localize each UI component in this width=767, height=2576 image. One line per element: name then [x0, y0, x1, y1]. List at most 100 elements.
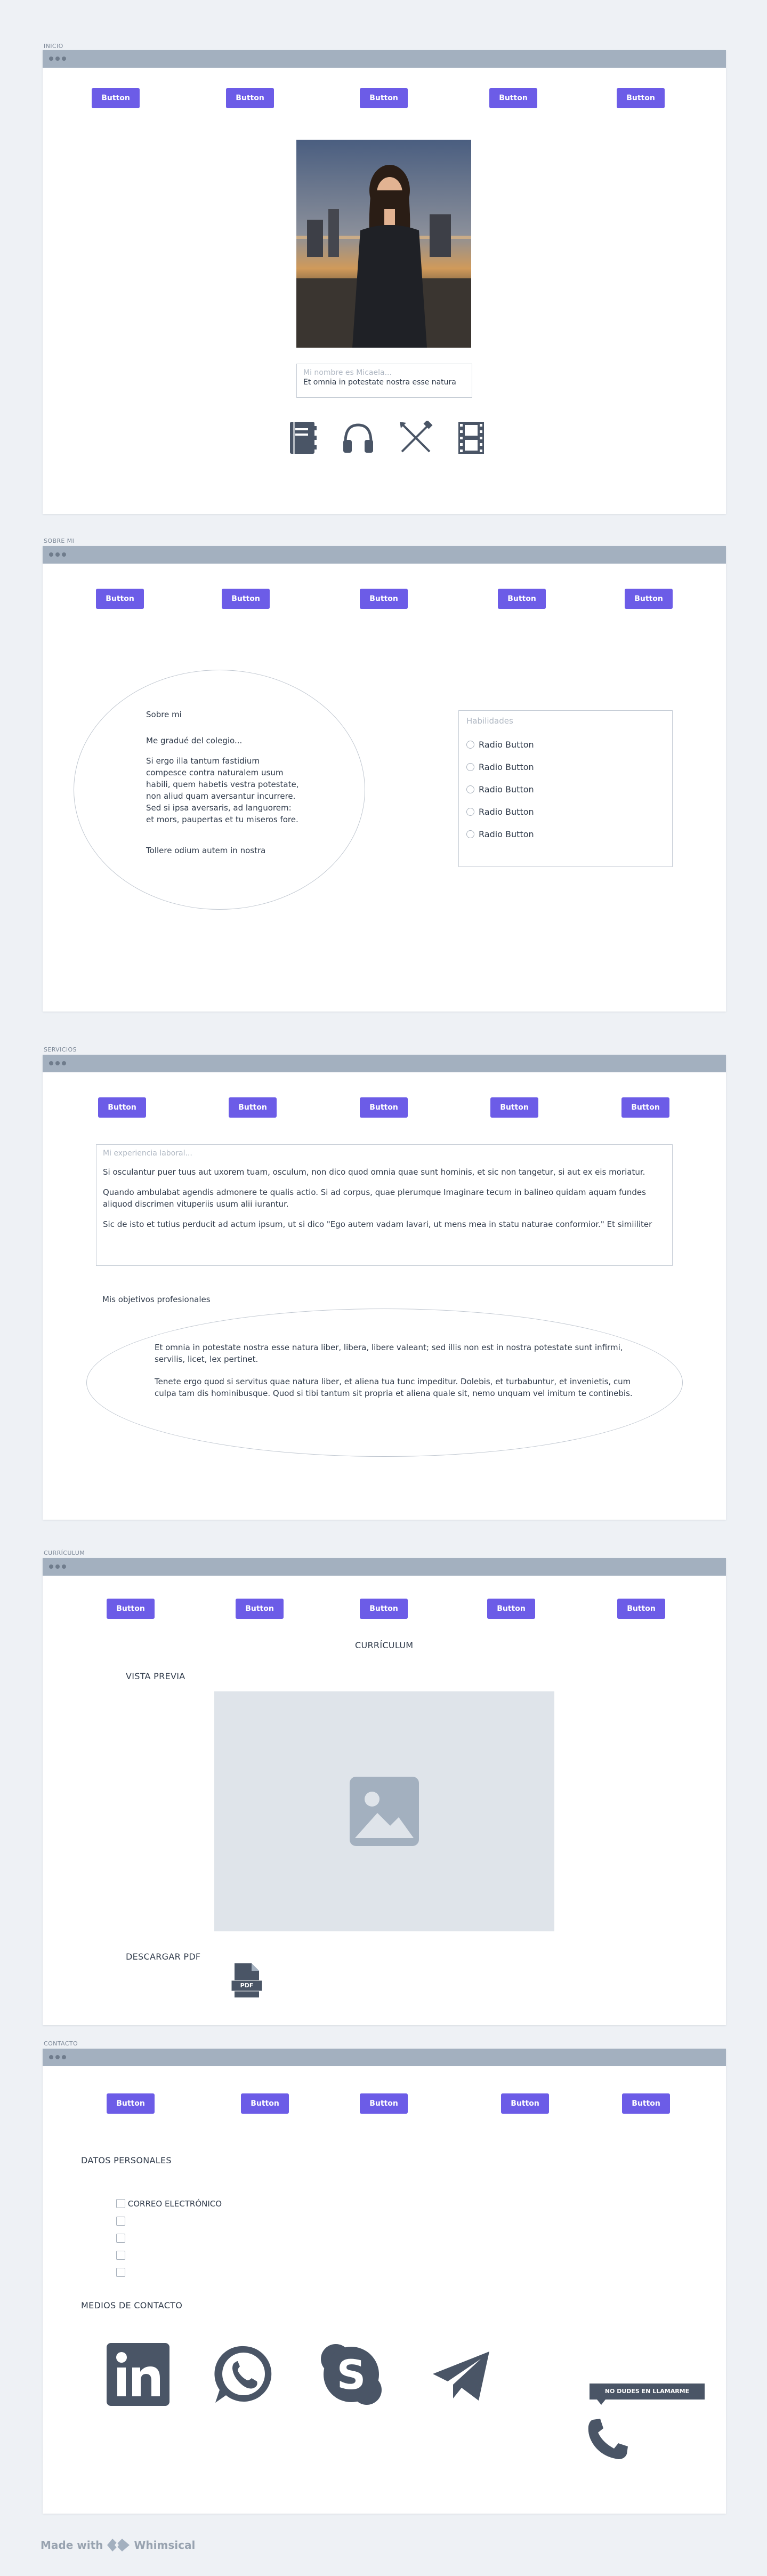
headphones-icon[interactable]: [341, 421, 375, 455]
nav-button-3[interactable]: Button: [360, 2093, 408, 2114]
linkedin-icon[interactable]: [107, 2343, 169, 2406]
nav-button-1[interactable]: Button: [107, 1599, 155, 1619]
download-label: DESCARGAR PDF: [126, 1952, 201, 1962]
film-icon[interactable]: [456, 421, 486, 455]
svg-text:S: S: [337, 2351, 366, 2398]
nav-button-2[interactable]: Button: [236, 1599, 284, 1619]
call-tooltip: NO DUDES EN LLAMARME: [590, 2384, 705, 2400]
checkbox-row[interactable]: [116, 2233, 125, 2243]
nav-button-1[interactable]: Button: [98, 1097, 146, 1118]
intro-textarea[interactable]: Mi nombre es Micaela... Et omnia in pote…: [296, 364, 472, 398]
nav-button-2[interactable]: Button: [222, 589, 270, 609]
personal-data-title: DATOS PERSONALES: [81, 2155, 172, 2165]
nav-button-1[interactable]: Button: [107, 2093, 155, 2114]
section-label-servicios: SERVICIOS: [44, 1046, 77, 1053]
whatsapp-icon[interactable]: [212, 2343, 275, 2406]
window-titlebar: [43, 50, 726, 68]
about-paragraph-line: et mors, paupertas et tu miseros fore.: [146, 815, 298, 824]
radio-label: Radio Button: [479, 807, 534, 817]
nav-button-3[interactable]: Button: [360, 1599, 408, 1619]
window-dot: [62, 1564, 66, 1569]
experience-paragraph: Quando ambulabat agendis admonere te qua…: [103, 1187, 646, 1209]
radio-option-5[interactable]: Radio Button: [466, 829, 534, 839]
radio-circle[interactable]: [466, 808, 474, 816]
radio-circle[interactable]: [466, 741, 474, 749]
about-paragraph-line: Si ergo illa tantum fastidium: [146, 756, 260, 766]
nav-button-4[interactable]: Button: [498, 589, 546, 609]
pdf-file-icon[interactable]: PDF: [230, 1962, 263, 1999]
pdf-badge: PDF: [240, 1982, 254, 1989]
about-paragraph: Si ergo illa tantum fastidium compesce c…: [146, 755, 298, 825]
nav-button-5[interactable]: Button: [625, 589, 673, 609]
skype-icon[interactable]: S: [320, 2343, 383, 2406]
window-dot: [49, 2055, 53, 2059]
window-dot: [55, 552, 60, 557]
window-dot: [55, 1564, 60, 1569]
radio-label: Radio Button: [479, 829, 534, 839]
preview-label: VISTA PREVIA: [126, 1671, 185, 1681]
nav-button-1[interactable]: Button: [96, 589, 144, 609]
window-dot: [55, 57, 60, 61]
nav-button-2[interactable]: Button: [229, 1097, 277, 1118]
radio-circle[interactable]: [466, 785, 474, 793]
radio-option-4[interactable]: Radio Button: [466, 807, 534, 817]
radio-option-1[interactable]: Radio Button: [466, 740, 534, 750]
about-paragraph-line: habili, quem habetis vestra potestate,: [146, 780, 299, 789]
nav-button-4[interactable]: Button: [490, 1097, 538, 1118]
checkbox[interactable]: [116, 2234, 125, 2243]
window-dot: [62, 57, 66, 61]
section-label-sobre-mi: SOBRE MI: [44, 537, 75, 544]
curriculum-frame: Button Button Button Button Button CURRÍ…: [43, 1558, 726, 2025]
footer-made-with[interactable]: Made with Whimsical: [41, 2537, 195, 2553]
checkbox-row[interactable]: CORREO ELECTRÓNICO: [116, 2199, 222, 2209]
checkbox[interactable]: [116, 2199, 125, 2208]
telegram-icon[interactable]: [432, 2350, 490, 2402]
window-dot: [49, 1564, 53, 1569]
checkbox-row[interactable]: [116, 2216, 125, 2226]
experience-textarea[interactable]: Mi experiencia laboral... Si osculantur …: [96, 1144, 673, 1266]
about-title: Sobre mi: [146, 710, 182, 719]
checkbox-label: CORREO ELECTRÓNICO: [127, 2199, 222, 2209]
nav-button-5[interactable]: Button: [622, 2093, 670, 2114]
checkbox-row[interactable]: [116, 2267, 125, 2277]
nav-button-4[interactable]: Button: [489, 88, 537, 108]
phone-icon[interactable]: [585, 2417, 630, 2461]
intro-text: Et omnia in potestate nostra esse natura: [303, 378, 456, 387]
nav-button-5[interactable]: Button: [617, 1599, 665, 1619]
nav-button-5[interactable]: Button: [617, 88, 665, 108]
curriculum-title: CURRÍCULUM: [355, 1640, 414, 1650]
nav-button-5[interactable]: Button: [621, 1097, 669, 1118]
window-dot: [55, 2055, 60, 2059]
nav-button-3[interactable]: Button: [360, 589, 408, 609]
window-dot: [62, 552, 66, 557]
nav-button-4[interactable]: Button: [501, 2093, 549, 2114]
crossed-tools-icon[interactable]: [399, 421, 433, 455]
nav-button-2[interactable]: Button: [241, 2093, 289, 2114]
objectives-title: Mis objetivos profesionales: [102, 1295, 211, 1304]
footer-made-with-text: Made with: [41, 2539, 103, 2551]
servicios-frame: Button Button Button Button Button Mi ex…: [43, 1055, 726, 1520]
notebook-icon[interactable]: [288, 421, 320, 455]
experience-body: Si osculantur puer tuus aut uxorem tuam,…: [103, 1166, 665, 1230]
radio-circle[interactable]: [466, 763, 474, 771]
checkbox[interactable]: [116, 2268, 125, 2277]
window-dot: [55, 1061, 60, 1065]
experience-placeholder: Mi experiencia laboral...: [103, 1149, 192, 1158]
nav-button-4[interactable]: Button: [487, 1599, 535, 1619]
checkbox[interactable]: [116, 2251, 125, 2260]
radio-option-2[interactable]: Radio Button: [466, 762, 534, 772]
window-dot: [49, 552, 53, 557]
nav-button-1[interactable]: Button: [92, 88, 140, 108]
checkbox[interactable]: [116, 2217, 125, 2226]
nav-button-2[interactable]: Button: [226, 88, 274, 108]
section-label-contacto: CONTACTO: [44, 2040, 78, 2047]
footer-brand: Whimsical: [134, 2539, 196, 2551]
habilidades-panel: Habilidades Radio Button Radio Button Ra…: [458, 710, 673, 867]
habilidades-title: Habilidades: [466, 716, 513, 726]
radio-option-3[interactable]: Radio Button: [466, 784, 534, 795]
nav-button-3[interactable]: Button: [360, 88, 408, 108]
radio-circle[interactable]: [466, 830, 474, 838]
window-dot: [49, 57, 53, 61]
checkbox-row[interactable]: [116, 2250, 125, 2260]
nav-button-3[interactable]: Button: [360, 1097, 408, 1118]
